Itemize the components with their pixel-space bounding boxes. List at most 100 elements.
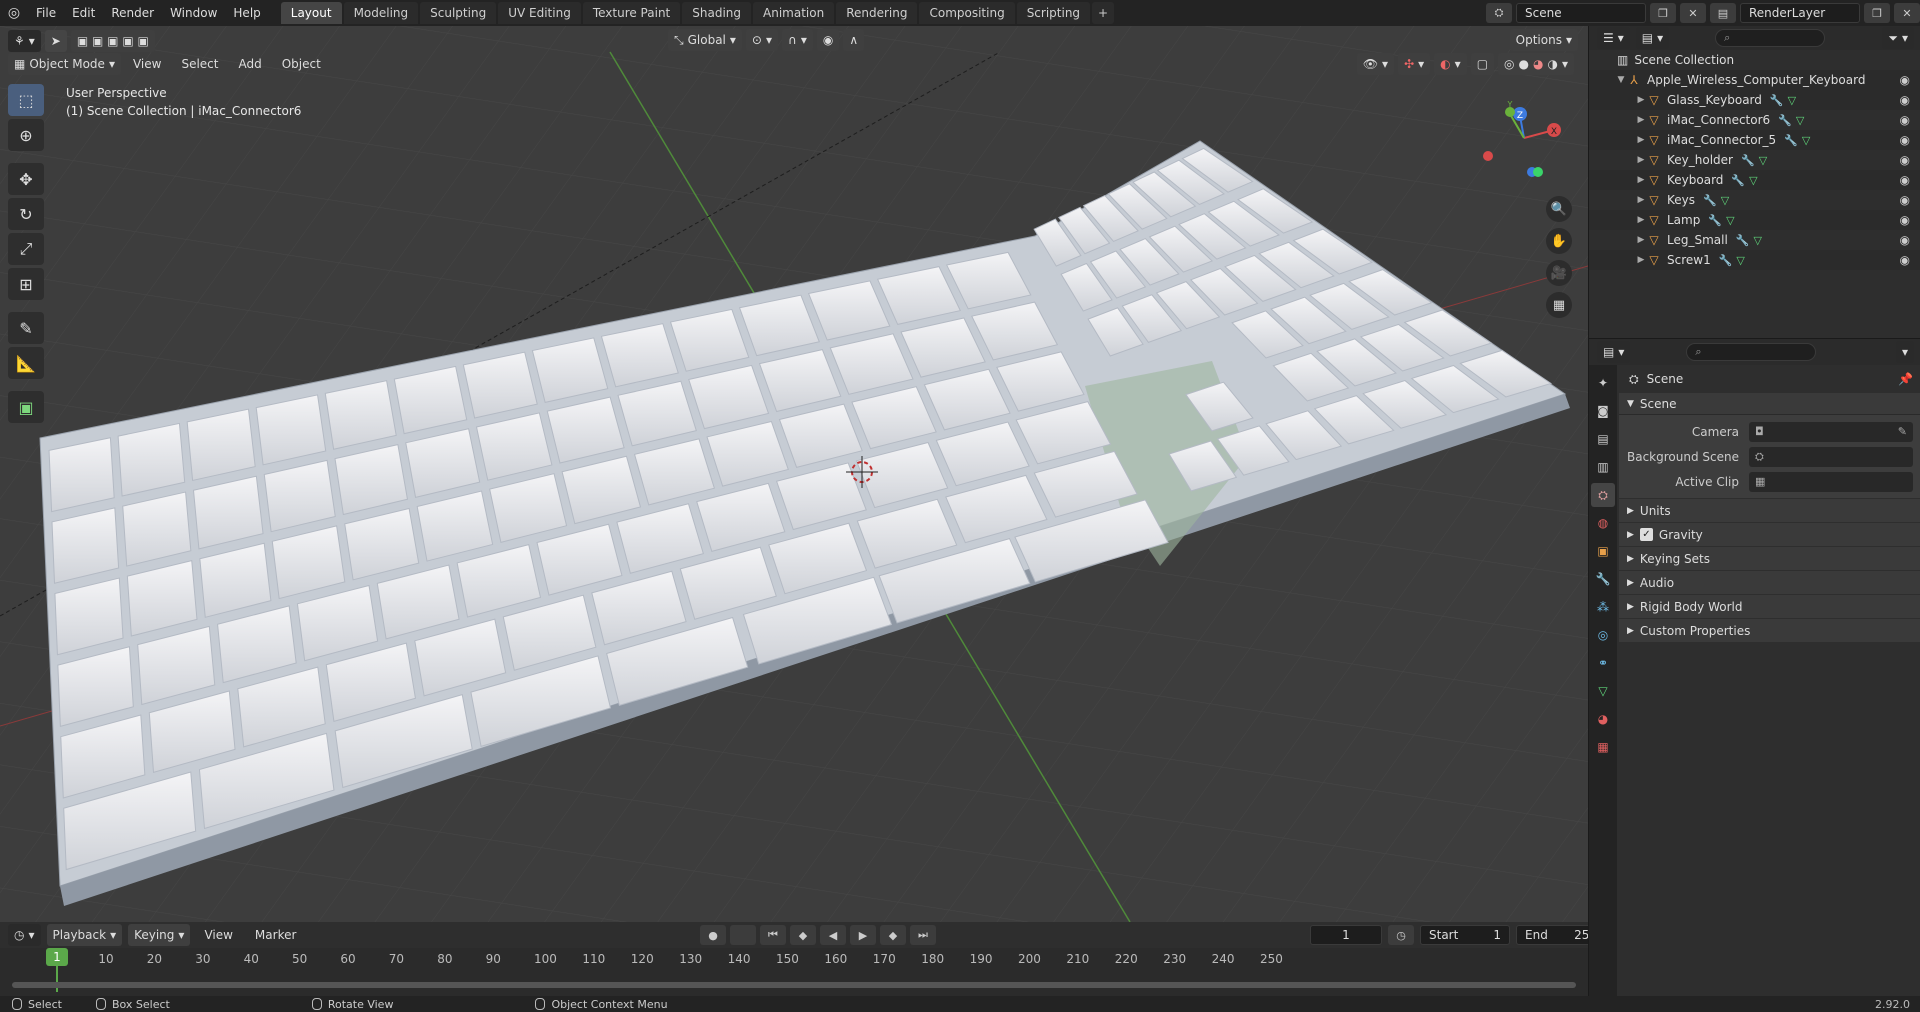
delete-view-layer-icon[interactable]: ✕: [1894, 3, 1920, 23]
modifier-tab-icon[interactable]: 🔧: [1591, 567, 1615, 591]
start-frame-field[interactable]: Start 1: [1420, 925, 1510, 945]
cursor-tool[interactable]: ⊕: [8, 119, 44, 151]
select-mode-set-button[interactable]: ▣ ▣ ▣ ▣ ▣: [70, 30, 155, 52]
playback-dropdown[interactable]: Playback ▾: [46, 924, 123, 946]
rigid-body-world-panel[interactable]: ▶ Rigid Body World: [1619, 594, 1920, 618]
visibility-eye-icon[interactable]: ◉: [1900, 193, 1910, 207]
transform-tool[interactable]: ⊞: [8, 268, 44, 300]
scene-name-field[interactable]: Scene: [1516, 3, 1646, 23]
outliner-search-input[interactable]: ⌕: [1715, 29, 1826, 47]
scene-icon[interactable]: ⛭: [1486, 3, 1512, 23]
scale-tool[interactable]: ⤢: [8, 233, 44, 265]
custom-properties-panel[interactable]: ▶ Custom Properties: [1619, 618, 1920, 642]
tab-texture-paint[interactable]: Texture Paint: [582, 2, 681, 24]
next-keyframe-icon[interactable]: ◆: [880, 925, 906, 945]
active-clip-field[interactable]: ▦: [1749, 471, 1913, 492]
pivot-point-dropdown[interactable]: ⊙ ▾: [745, 29, 779, 51]
viewport-scene[interactable]: [0, 26, 1588, 922]
modifier-wrench-icon[interactable]: 🔧: [1770, 94, 1784, 107]
keying-dropdown[interactable]: Keying ▾: [128, 924, 191, 946]
particles-tab-icon[interactable]: ⁂: [1591, 595, 1615, 619]
timeline-scrollbar[interactable]: [12, 982, 1576, 988]
mesh-data-icon[interactable]: ▽: [1749, 174, 1757, 187]
outliner-object-row[interactable]: ▶ ▽ Keys 🔧 ▽ ◉: [1589, 190, 1920, 210]
visibility-eye-icon[interactable]: ◉: [1900, 253, 1910, 267]
menu-file[interactable]: File: [28, 0, 64, 26]
menu-window[interactable]: Window: [162, 0, 225, 26]
jump-end-icon[interactable]: ⏭: [910, 925, 936, 945]
background-scene-field[interactable]: ⛭: [1749, 446, 1913, 467]
neg-x-handle[interactable]: [1483, 151, 1493, 161]
select-tool-button[interactable]: ➤: [44, 30, 67, 52]
visibility-eye-icon[interactable]: ◉: [1900, 153, 1910, 167]
current-frame-indicator[interactable]: 1: [46, 948, 68, 966]
gravity-checkbox[interactable]: ✓: [1639, 528, 1653, 541]
modifier-wrench-icon[interactable]: 🔧: [1719, 254, 1733, 267]
visibility-dropdown[interactable]: 👁 ▾: [1356, 53, 1395, 75]
keying-sets-panel[interactable]: ▶ Keying Sets: [1619, 546, 1920, 570]
expand-triangle-icon[interactable]: ▶: [1635, 235, 1647, 245]
modifier-wrench-icon[interactable]: 🔧: [1784, 134, 1798, 147]
properties-editor-type[interactable]: ▤ ▾: [1597, 341, 1631, 363]
material-tab-icon[interactable]: ◕: [1591, 707, 1615, 731]
view-layer-icon[interactable]: ▤: [1710, 3, 1736, 23]
properties-options[interactable]: ▾: [1895, 341, 1914, 363]
properties-search-input[interactable]: ⌕: [1686, 343, 1817, 361]
visibility-eye-icon[interactable]: ◉: [1900, 213, 1910, 227]
navigation-gizmo[interactable]: X Z Y: [1476, 92, 1576, 192]
tab-modeling[interactable]: Modeling: [343, 2, 419, 24]
eyedropper-icon[interactable]: ✎: [1898, 425, 1907, 438]
measure-tool[interactable]: 📐: [8, 347, 44, 379]
expand-triangle-icon[interactable]: ▶: [1635, 255, 1647, 265]
3d-viewport[interactable]: ⚘ ▾ ➤ ▣ ▣ ▣ ▣ ▣ ▦ Object Mode ▾ View Select…: [0, 26, 1588, 922]
play-reverse-icon[interactable]: ◀: [820, 925, 846, 945]
outliner-editor-type[interactable]: ☰ ▾: [1597, 27, 1630, 49]
data-tab-icon[interactable]: ▽: [1591, 679, 1615, 703]
frame-ruler[interactable]: 10 20 30 40 50 60 70 80 90 100 110 120 130 140 150 160 1…: [0, 948, 1588, 978]
visibility-eye-icon[interactable]: ◉: [1900, 133, 1910, 147]
expand-triangle-icon[interactable]: ▶: [1635, 95, 1647, 105]
keyboard-collection-row[interactable]: ▼ ⅄ Apple_Wireless_Computer_Keyboard ◉: [1589, 70, 1920, 90]
outliner-object-row[interactable]: ▶ ▽ Leg_Small 🔧 ▽ ◉: [1589, 230, 1920, 250]
units-panel[interactable]: ▶ Units: [1619, 498, 1920, 522]
timeline-menu-marker[interactable]: Marker: [247, 928, 304, 942]
menu-view[interactable]: View: [125, 57, 169, 71]
tab-animation[interactable]: Animation: [753, 2, 835, 24]
visibility-eye-icon[interactable]: ◉: [1900, 113, 1910, 127]
menu-render[interactable]: Render: [103, 0, 162, 26]
overlay-toggle[interactable]: ◐ ▾: [1434, 53, 1467, 75]
mesh-data-icon[interactable]: ▽: [1754, 234, 1762, 247]
modifier-wrench-icon[interactable]: 🔧: [1736, 234, 1750, 247]
visibility-eye-icon[interactable]: ◉: [1900, 93, 1910, 107]
visibility-eye-icon[interactable]: ◉: [1900, 173, 1910, 187]
pan-hand-icon[interactable]: ✋: [1546, 228, 1572, 254]
modifier-wrench-icon[interactable]: 🔧: [1741, 154, 1755, 167]
modifier-wrench-icon[interactable]: 🔧: [1778, 114, 1792, 127]
expand-triangle-icon[interactable]: ▶: [1635, 175, 1647, 185]
select-box-tool[interactable]: ⬚: [8, 84, 44, 116]
delete-scene-icon[interactable]: ✕: [1680, 3, 1706, 23]
object-tab-icon[interactable]: ▣: [1591, 539, 1615, 563]
timeline-menu-view[interactable]: View: [196, 928, 240, 942]
display-mode-dropdown[interactable]: ▤ ▾: [1635, 27, 1670, 49]
modifier-wrench-icon[interactable]: 🔧: [1731, 174, 1745, 187]
mesh-data-icon[interactable]: ▽: [1736, 254, 1744, 267]
new-scene-icon[interactable]: ❐: [1650, 3, 1676, 23]
record-button[interactable]: ●: [700, 925, 726, 945]
outliner-object-row[interactable]: ▶ ▽ Glass_Keyboard 🔧 ▽ ◉: [1589, 90, 1920, 110]
tool-tab-icon[interactable]: ✦: [1591, 371, 1615, 395]
scene-panel-header[interactable]: ▼ Scene: [1619, 393, 1920, 415]
mesh-data-icon[interactable]: ▽: [1796, 114, 1804, 127]
scene-tab-icon[interactable]: ⛭: [1591, 483, 1615, 507]
menu-add[interactable]: Add: [230, 57, 269, 71]
outliner-object-row[interactable]: ▶ ▽ iMac_Connector_5 🔧 ▽ ◉: [1589, 130, 1920, 150]
snap-dropdown[interactable]: ∩ ▾: [782, 29, 813, 51]
falloff-dropdown[interactable]: ∧: [843, 29, 865, 51]
tab-uv-editing[interactable]: UV Editing: [498, 2, 581, 24]
neg-y-handle[interactable]: [1533, 167, 1543, 177]
mode-dropdown[interactable]: ▦ Object Mode ▾: [8, 53, 121, 75]
zoom-icon[interactable]: 🔍: [1546, 196, 1572, 222]
proportional-edit-button[interactable]: ◉: [816, 29, 840, 51]
outliner-object-row[interactable]: ▶ ▽ Key_holder 🔧 ▽ ◉: [1589, 150, 1920, 170]
annotate-tool[interactable]: ✎: [8, 312, 44, 344]
